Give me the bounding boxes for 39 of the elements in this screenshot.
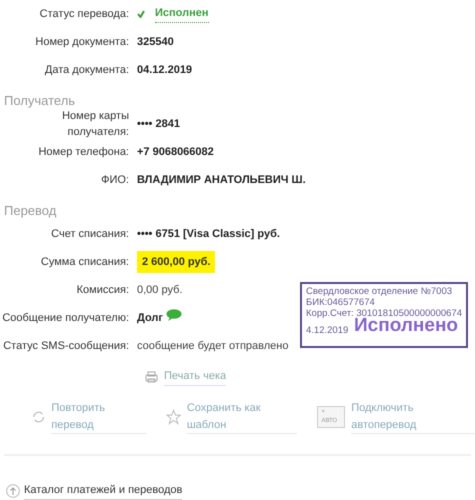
field-value: •••• 2841 — [137, 116, 180, 132]
print-receipt-link[interactable]: Печать чека — [164, 368, 226, 386]
field-value: 325540 — [137, 34, 174, 50]
field-label: Счет списания: — [51, 228, 129, 240]
action-link[interactable]: Подключить автоперевод — [351, 400, 475, 434]
section-heading: Перевод — [4, 202, 56, 220]
field-value: 04.12.2019 — [137, 62, 192, 78]
field-value: 0,00 руб. — [137, 282, 182, 298]
stamp-title: Исполнено — [354, 316, 458, 336]
field-value: •••• 6751 [Visa Classic] руб. — [137, 226, 280, 242]
stamp-date: 4.12.2019 — [306, 325, 348, 336]
action-link[interactable]: Повторить перевод — [51, 400, 146, 434]
field-label: Дата документа: — [44, 64, 129, 76]
stamp-text: БИК:046577674 — [306, 297, 376, 308]
section-heading: Получатель — [4, 92, 76, 110]
field-value: сообщение будет отправлено — [137, 338, 288, 354]
printer-icon — [145, 371, 158, 383]
stamp-text: Свердловское отделение №7003 — [306, 286, 454, 297]
field-label: Статус перевода: — [40, 8, 129, 20]
field-label: Номер телефона: — [38, 146, 129, 158]
field-label: Номер карты получателя: — [62, 110, 129, 138]
stamp-text: Корр.Счет: 30101810500000000674 — [306, 308, 462, 319]
field-value: +7 9068066082 — [137, 144, 214, 160]
field-value: ВЛАДИМИР АНАТОЛЬЕВИЧ Ш. — [137, 172, 306, 188]
field-label: Сообщение получателю: — [2, 312, 129, 324]
star-icon — [166, 409, 181, 425]
sms-bubble-icon — [166, 309, 182, 321]
field-label: Статус SMS-сообщения: — [3, 340, 129, 352]
check-mark-icon — [137, 10, 145, 18]
action-link[interactable]: Сохранить как шаблон — [186, 400, 298, 434]
status-link[interactable]: Исполнен — [155, 5, 209, 23]
amount-highlight: 2 600,00 руб. — [137, 250, 216, 274]
field-label: Номер документа: — [35, 36, 129, 48]
refresh-icon — [32, 410, 46, 424]
field-label: Сумма списания: — [40, 256, 129, 268]
field-label: ФИО: — [101, 174, 129, 186]
field-label: Комиссия: — [76, 284, 129, 296]
field-value: Долг — [137, 310, 163, 326]
catalog-link[interactable]: Каталог платежей и переводов — [24, 482, 182, 500]
